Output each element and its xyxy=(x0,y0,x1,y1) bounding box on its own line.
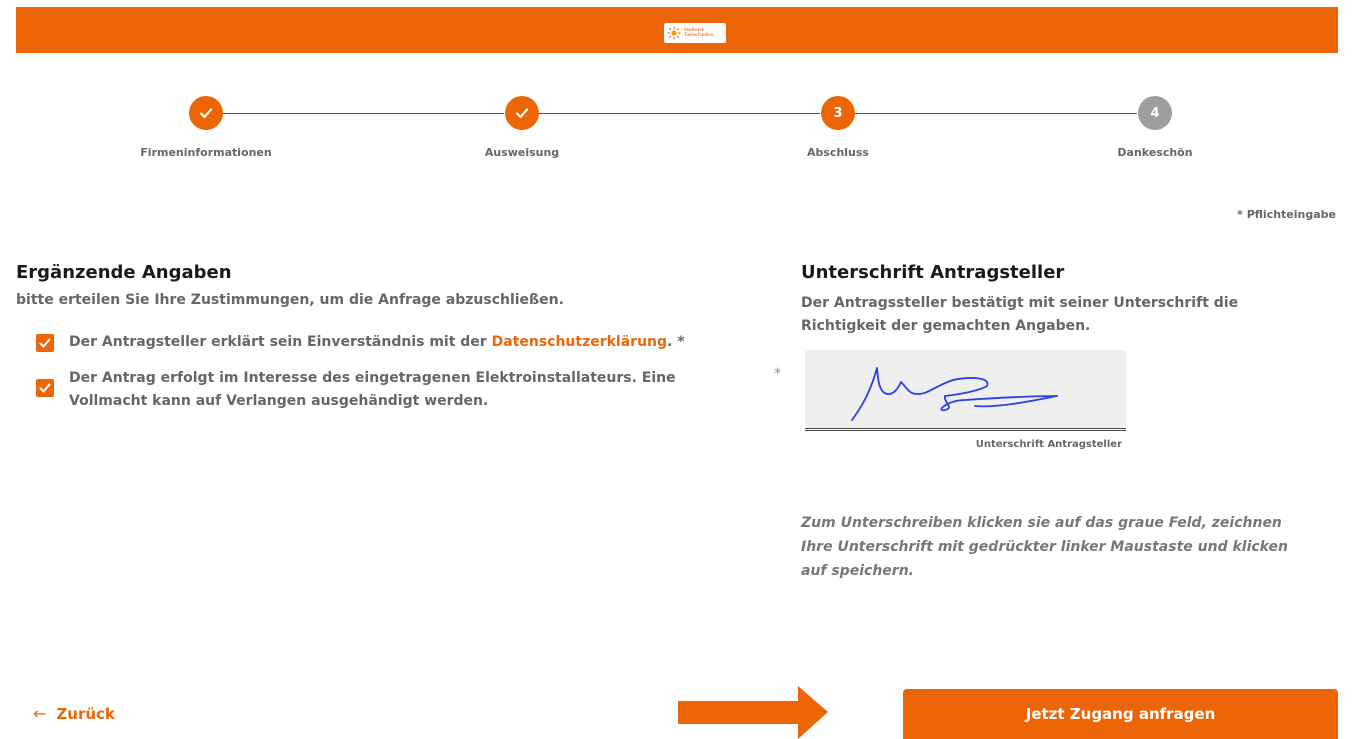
signature-stroke xyxy=(851,367,1058,421)
signature-caption: Unterschrift Antragsteller xyxy=(975,439,1122,450)
consents-title: Ergänzende Angaben xyxy=(16,262,232,283)
arrow-right-icon xyxy=(678,686,828,739)
sun-logo-icon xyxy=(667,26,681,40)
logo-text: Stadtwerk Tauberfranken xyxy=(684,27,714,39)
step-label-dankeschoen: Dankeschön xyxy=(1117,146,1193,159)
checkmark-icon xyxy=(39,383,51,393)
company-logo[interactable]: Stadtwerk Tauberfranken xyxy=(664,23,726,43)
privacy-consent-text: Der Antragsteller erklärt sein Einverstä… xyxy=(69,334,685,350)
stepper-connector xyxy=(222,113,504,114)
step-label-abschluss: Abschluss xyxy=(807,146,869,159)
signature-pad[interactable] xyxy=(805,350,1126,428)
step-4-number: 4 xyxy=(1138,96,1172,130)
authorization-consent-text: Der Antrag erfolgt im Interesse des eing… xyxy=(69,370,676,409)
privacy-policy-link[interactable]: Datenschutzerklärung xyxy=(492,334,667,350)
arrow-left-icon: ← xyxy=(33,704,47,723)
consents-subtitle: bitte erteilen Sie Ihre Zustimmungen, um… xyxy=(16,292,564,308)
consent-authorization-row: Der Antrag erfolgt im Interesse des eing… xyxy=(36,367,676,413)
signature-required-marker: * xyxy=(774,366,781,382)
signature-hint: Zum Unterschreiben klicken sie auf das g… xyxy=(801,515,1288,579)
consent-privacy-row: Der Antragsteller erklärt sein Einverstä… xyxy=(36,331,685,354)
stepper-connector xyxy=(538,113,820,114)
back-button[interactable]: ← Zurück xyxy=(33,704,115,723)
signature-line xyxy=(805,428,1126,431)
step-label-firmeninformationen: Firmeninformationen xyxy=(140,146,272,159)
step-label-ausweisung: Ausweisung xyxy=(484,146,560,159)
submit-request-button[interactable]: Jetzt Zugang anfragen xyxy=(903,689,1338,739)
required-field-note: * Pflichteingabe xyxy=(1237,208,1336,221)
privacy-consent-checkbox[interactable] xyxy=(36,334,54,352)
back-label: Zurück xyxy=(56,704,115,723)
checkmark-icon xyxy=(39,338,51,348)
step-3-number: 3 xyxy=(821,96,855,130)
signature-description: Der Antragssteller bestätigt mit seiner … xyxy=(801,295,1239,334)
step-2-check-icon xyxy=(505,96,539,130)
header-bar: Stadtwerk Tauberfranken xyxy=(16,7,1338,53)
signature-title: Unterschrift Antragsteller xyxy=(801,262,1065,283)
authorization-consent-checkbox[interactable] xyxy=(36,379,54,397)
step-1-check-icon xyxy=(189,96,223,130)
stepper-connector xyxy=(855,113,1137,114)
